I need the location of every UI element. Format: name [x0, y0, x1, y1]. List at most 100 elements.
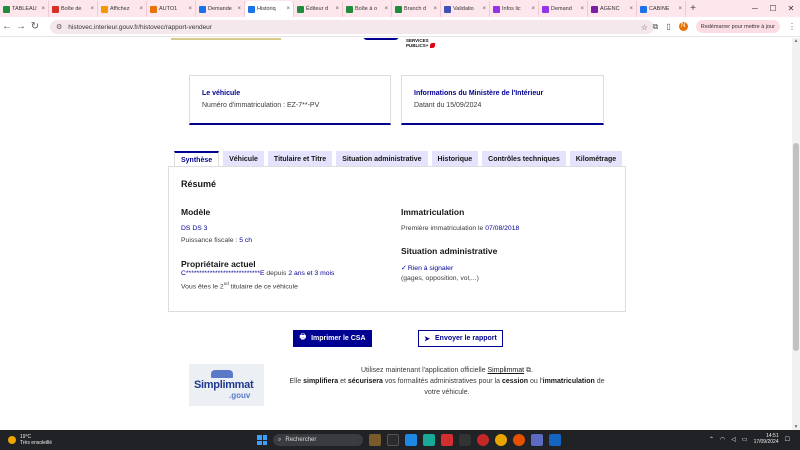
browser-tab[interactable]: Historiq ×	[245, 1, 294, 17]
browser-tab[interactable]: Boîte de ×	[49, 1, 98, 17]
browser-tab-label: TABLEAU	[12, 6, 37, 12]
report-date-text: Datant du 15/09/2024	[414, 102, 482, 109]
app-icon[interactable]	[459, 434, 471, 446]
wifi-icon[interactable]: ◠	[720, 436, 725, 443]
taskbar-apps	[369, 434, 561, 446]
tab-close-icon[interactable]: ×	[41, 6, 45, 12]
tab-close-icon[interactable]: ×	[90, 6, 94, 12]
browser-tab[interactable]: Demande ×	[196, 1, 245, 17]
profile-avatar[interactable]: N	[678, 22, 688, 31]
sun-icon	[8, 436, 16, 444]
browser-tab-label: Boîte de	[61, 6, 82, 12]
tab-close-icon[interactable]: ×	[433, 6, 437, 12]
tab-controles-techniques[interactable]: Contrôles techniques	[482, 151, 566, 167]
minimize-icon[interactable]: ─	[746, 0, 764, 17]
volume-icon[interactable]: ◁	[731, 436, 736, 443]
tab-close-icon[interactable]: ×	[237, 6, 241, 12]
tab-close-icon[interactable]: ×	[678, 6, 682, 12]
tab-historique[interactable]: Historique	[431, 151, 479, 167]
store-icon[interactable]	[423, 434, 435, 446]
tab-favicon-icon	[444, 5, 451, 13]
edge-icon[interactable]	[405, 434, 417, 446]
tab-favicon-icon	[640, 5, 647, 13]
browser-tab[interactable]: Affichez ×	[98, 1, 147, 17]
browser-tab[interactable]: Boîte à o ×	[343, 1, 392, 17]
taskbar-search[interactable]: ⌕ Rechercher	[273, 434, 363, 446]
menu-dots-icon[interactable]: ⋮	[788, 22, 796, 31]
file-explorer-icon[interactable]	[369, 434, 381, 446]
tab-close-icon[interactable]: ×	[384, 6, 388, 12]
simplimmat-link[interactable]: Simplimmat	[488, 367, 525, 374]
screen: TABLEAU × Boîte de × Affichez × AUTO1 × Demande ×…	[0, 0, 800, 450]
tab-vehicule[interactable]: Véhicule	[223, 151, 264, 167]
browser-tab-label: Historiq	[257, 6, 276, 12]
scroll-up-icon[interactable]: ▲	[792, 38, 800, 44]
new-tab-button[interactable]: +	[686, 1, 700, 17]
browser-tab[interactable]: AGENC ×	[588, 1, 637, 17]
tab-close-icon[interactable]: ×	[531, 6, 535, 12]
chrome-icon[interactable]	[495, 434, 507, 446]
chevron-up-icon[interactable]: ⌃	[709, 436, 714, 443]
forward-icon[interactable]: →	[14, 21, 28, 32]
site-info-icon[interactable]: ⚙	[56, 23, 62, 31]
tab-close-icon[interactable]: ×	[482, 6, 486, 12]
notifications-icon[interactable]: ☐	[785, 436, 790, 443]
tab-favicon-icon	[199, 5, 206, 13]
task-view-icon[interactable]	[387, 434, 399, 446]
tab-favicon-icon	[542, 5, 549, 13]
browser-tab[interactable]: Éditeur d ×	[294, 1, 343, 17]
side-panel-icon[interactable]: ▯	[666, 22, 670, 31]
tab-favicon-icon	[150, 5, 157, 13]
print-csa-button[interactable]: 🖶 Imprimer le CSA	[293, 330, 372, 347]
weather-widget[interactable]: 19°C Très ensoleillé	[8, 434, 52, 446]
browser-tab-label: AUTO1	[159, 6, 178, 12]
tab-synthese[interactable]: Synthèse	[174, 151, 220, 167]
vehicle-card: Le véhicule Numéro d'immatriculation : E…	[189, 75, 391, 125]
tab-close-icon[interactable]: ×	[580, 6, 584, 12]
reload-icon[interactable]: ↻	[28, 21, 42, 32]
close-icon[interactable]: ✕	[782, 0, 800, 17]
scrollbar-thumb[interactable]	[793, 143, 799, 351]
tab-kilometrage[interactable]: Kilométrage	[569, 151, 623, 167]
clock[interactable]: 14:51 17/09/2024	[754, 433, 779, 445]
restart-update-button[interactable]: Redémarrer pour mettre à jour	[695, 20, 780, 33]
tab-close-icon[interactable]: ×	[629, 6, 633, 12]
opera-icon[interactable]	[477, 434, 489, 446]
browser-tab[interactable]: Infos lic ×	[490, 1, 539, 17]
summary-title: Résumé	[181, 179, 217, 189]
word-icon[interactable]	[549, 434, 561, 446]
browser-tab[interactable]: Validatio ×	[441, 1, 490, 17]
tab-close-icon[interactable]: ×	[188, 6, 192, 12]
browser-tab-label: AGENC	[600, 6, 620, 12]
browser-tab[interactable]: CABINE ×	[637, 1, 686, 17]
windows-start-icon[interactable]	[257, 435, 267, 445]
tab-titulaire[interactable]: Titulaire et Titre	[267, 151, 333, 167]
battery-icon[interactable]: ▭	[742, 436, 748, 443]
extensions-icon[interactable]: ⧉	[653, 22, 659, 32]
tab-favicon-icon	[52, 5, 59, 13]
tab-close-icon[interactable]: ×	[335, 6, 339, 12]
browser-tab[interactable]: Branch d ×	[392, 1, 441, 17]
chrome-profile-icon[interactable]	[513, 434, 525, 446]
page-scrollbar[interactable]: ▲ ▼	[792, 38, 800, 430]
tab-close-icon[interactable]: ×	[139, 6, 143, 12]
tab-situation-administrative[interactable]: Situation administrative	[336, 151, 428, 167]
browser-tab-label: Boîte à o	[355, 6, 378, 12]
acrobat-icon[interactable]	[441, 434, 453, 446]
teams-icon[interactable]	[531, 434, 543, 446]
search-icon: ⌕	[278, 436, 282, 443]
browser-tab-label: Demand	[551, 6, 572, 12]
model-value: DS DS 3	[181, 225, 208, 232]
maximize-icon[interactable]: ☐	[764, 0, 782, 17]
bookmark-star-icon[interactable]: ☆	[641, 23, 648, 32]
browser-tab[interactable]: Demand ×	[539, 1, 588, 17]
car-icon	[211, 370, 233, 378]
model-heading: Modèle	[181, 207, 211, 217]
send-report-button[interactable]: ➤ Envoyer le rapport	[418, 330, 503, 347]
back-icon[interactable]: ←	[0, 21, 14, 32]
tab-close-icon[interactable]: ×	[286, 6, 290, 12]
browser-tab[interactable]: AUTO1 ×	[147, 1, 196, 17]
address-bar[interactable]: ⚙ histovec.interieur.gouv.fr/histovec/ra…	[50, 20, 654, 34]
fiscal-power-value: 5 ch	[239, 237, 253, 244]
browser-tab[interactable]: TABLEAU ×	[0, 1, 49, 17]
